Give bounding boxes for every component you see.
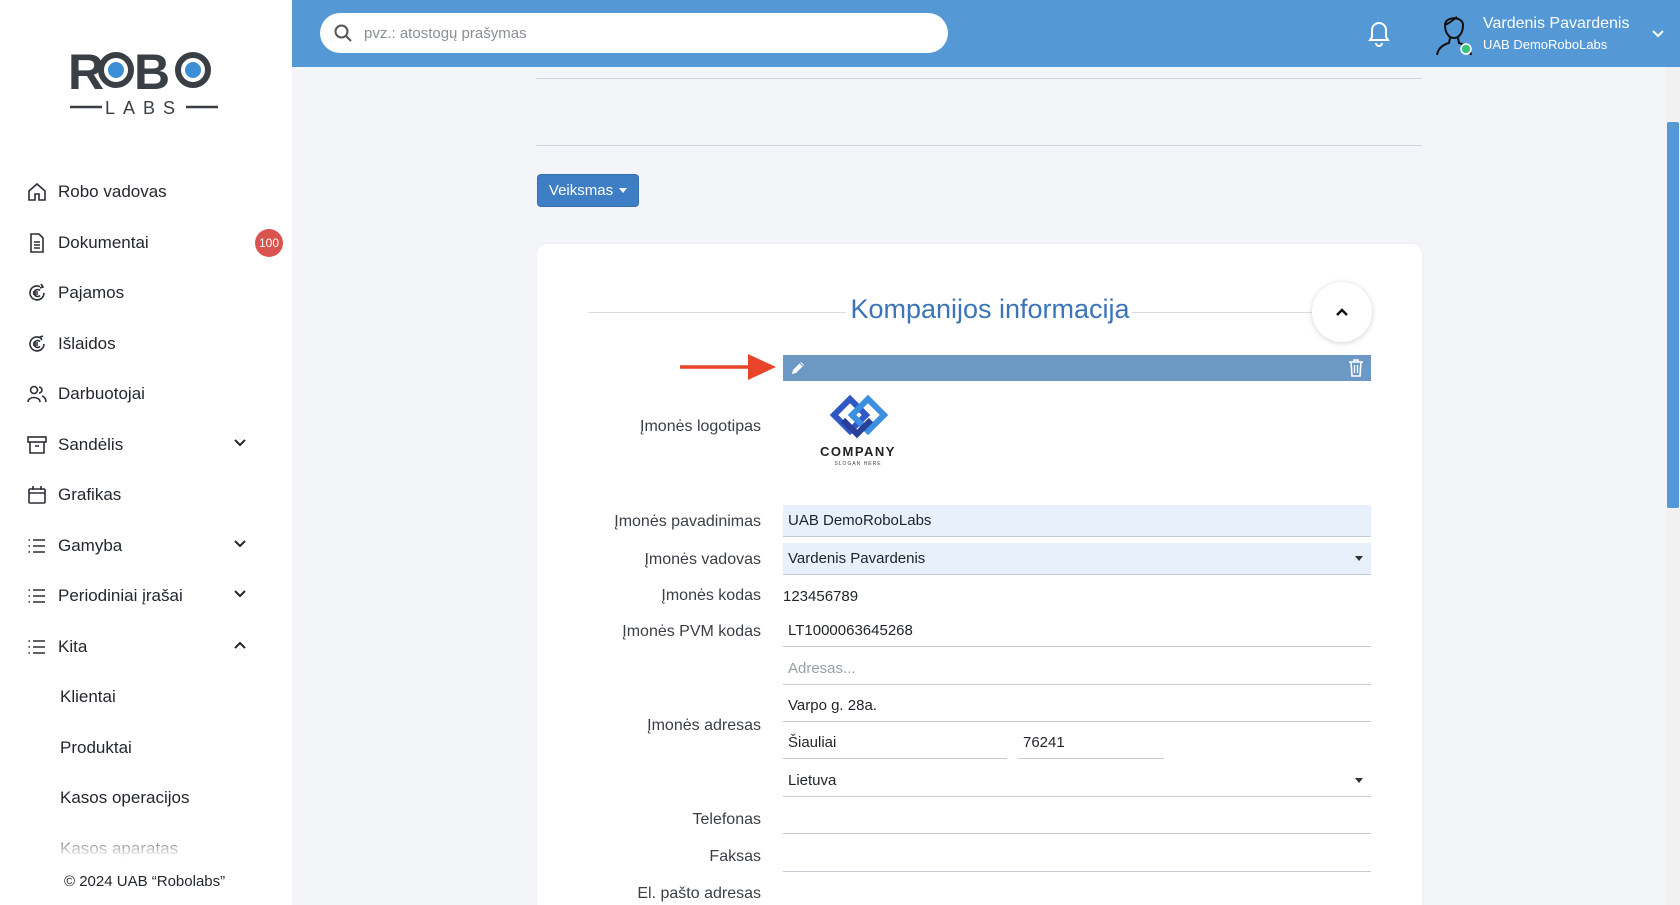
euro-income-icon <box>26 282 48 304</box>
scrollbar-thumb[interactable] <box>1667 122 1679 508</box>
robolabs-logo[interactable]: R B LABS <box>68 44 220 120</box>
list-icon <box>26 585 48 607</box>
search-input[interactable] <box>364 24 924 42</box>
sidebar-nav: Robo vadovas Dokumentai 100 Pajamos Išla… <box>26 167 286 874</box>
user-company: UAB DemoRoboLabs <box>1483 37 1608 52</box>
chevron-up-icon[interactable] <box>232 637 252 657</box>
sidebar-item-label: Išlaidos <box>58 333 116 353</box>
company-logo-image: COMPANY SLOGAN HERE <box>820 394 896 467</box>
chevron-up-icon <box>1336 308 1348 316</box>
company-vat-label: Įmonės PVM kodas <box>622 623 761 640</box>
street-field[interactable]: Varpo g. 28a. <box>783 690 1371 722</box>
sidebar-item-label: Dokumentai <box>58 232 149 252</box>
collapse-button[interactable] <box>1312 282 1372 342</box>
sidebar-item-label: Periodiniai įrašai <box>58 586 183 606</box>
company-manager-select[interactable]: Vardenis Pavardenis <box>783 543 1371 575</box>
company-name-field[interactable]: UAB DemoRoboLabs <box>783 505 1371 537</box>
copyright: © 2024 UAB “Robolabs” <box>64 873 226 890</box>
fax-label: Faksas <box>709 848 761 865</box>
logo-toolbar <box>783 355 1371 381</box>
sidebar-item-label: Sandėlis <box>58 434 124 454</box>
country-value: Lietuva <box>788 772 837 789</box>
sidebar-item-label: Darbuotojai <box>58 384 145 404</box>
phone-field[interactable] <box>783 802 1371 834</box>
sidebar-subitem-kasos-operacijos[interactable]: Kasos operacijos <box>26 773 286 824</box>
caret-down-icon <box>1355 556 1363 561</box>
chevron-down-icon[interactable] <box>232 536 252 556</box>
sidebar-item-robo-vadovas[interactable]: Robo vadovas <box>26 167 286 218</box>
caret-down-icon <box>1355 778 1363 783</box>
country-select[interactable]: Lietuva <box>783 765 1371 797</box>
list-icon <box>26 535 48 557</box>
home-icon <box>26 181 48 203</box>
search-box[interactable] <box>320 13 948 53</box>
documents-count-badge: 100 <box>255 228 283 257</box>
svg-text:SLOGAN HERE: SLOGAN HERE <box>834 461 881 467</box>
chevron-down-icon[interactable] <box>232 435 252 455</box>
sidebar-item-pajamos[interactable]: Pajamos <box>26 268 286 319</box>
title-divider <box>588 312 846 313</box>
city-field[interactable]: Šiauliai <box>783 727 1007 759</box>
fax-field[interactable] <box>783 840 1371 872</box>
users-icon <box>26 383 48 405</box>
euro-expense-icon <box>26 333 48 355</box>
company-vat-field[interactable]: LT1000063645268 <box>783 615 1371 647</box>
sidebar-item-periodiniai-irasai[interactable]: Periodiniai įrašai <box>26 571 286 622</box>
bell-icon[interactable] <box>1365 18 1393 48</box>
trash-icon[interactable] <box>1347 358 1365 378</box>
svg-text:LABS: LABS <box>105 98 183 118</box>
sidebar-item-label: Kita <box>58 636 88 656</box>
action-dropdown-button[interactable]: Veiksmas <box>537 174 639 207</box>
search-icon <box>334 24 352 42</box>
sidebar-item-label: Grafikas <box>58 485 122 505</box>
sidebar-item-dokumentai[interactable]: Dokumentai 100 <box>26 218 286 269</box>
sidebar: R B LABS Robo vadovas Dokumentai 100 Paj… <box>0 0 292 905</box>
sidebar-subitem-klientai[interactable]: Klientai <box>26 672 286 723</box>
sidebar-item-darbuotojai[interactable]: Darbuotojai <box>26 369 286 420</box>
list-icon <box>26 636 48 658</box>
company-address-label: Įmonės adresas <box>647 717 761 734</box>
sidebar-item-label: Pajamos <box>58 283 125 303</box>
manager-value: Vardenis Pavardenis <box>788 550 926 567</box>
zip-field[interactable]: 76241 <box>1018 727 1164 759</box>
address-search-field[interactable]: Adresas... <box>783 653 1371 685</box>
card-title: Kompanijos informacija <box>850 294 1130 324</box>
divider <box>536 78 1422 79</box>
document-icon <box>26 232 48 254</box>
sidebar-item-label: Robo vadovas <box>58 182 167 202</box>
sidebar-fade <box>0 828 292 858</box>
sidebar-item-gamyba[interactable]: Gamyba <box>26 521 286 572</box>
sidebar-item-kita[interactable]: Kita <box>26 622 286 673</box>
calendar-icon <box>26 484 48 506</box>
divider <box>536 145 1422 146</box>
company-code-label: Įmonės kodas <box>661 587 761 604</box>
sidebar-subitem-produktai[interactable]: Produktai <box>26 723 286 774</box>
action-button-label: Veiksmas <box>548 182 614 199</box>
sidebar-item-label: Gamyba <box>58 535 123 555</box>
caret-down-icon <box>619 188 628 193</box>
title-divider <box>1132 312 1312 313</box>
email-label: El. pašto adresas <box>637 885 761 902</box>
sidebar-item-islaidos[interactable]: Išlaidos <box>26 319 286 370</box>
sidebar-item-grafikas[interactable]: Grafikas <box>26 470 286 521</box>
company-name-label: Įmonės pavadinimas <box>614 513 761 530</box>
sidebar-item-sandelis[interactable]: Sandėlis <box>26 420 286 471</box>
logo-label: Įmonės logotipas <box>640 418 761 435</box>
company-code-value: 123456789 <box>783 588 859 605</box>
svg-text:COMPANY: COMPANY <box>820 444 896 459</box>
user-name[interactable]: Vardenis Pavardenis <box>1483 15 1629 33</box>
phone-label: Telefonas <box>692 811 762 828</box>
annotation-arrow-icon <box>680 354 776 380</box>
archive-icon <box>26 434 48 456</box>
avatar[interactable] <box>1430 9 1478 57</box>
chevron-down-icon[interactable] <box>232 586 252 606</box>
company-manager-label: Įmonės vadovas <box>644 551 761 568</box>
svg-text:B: B <box>134 44 170 100</box>
pencil-icon[interactable] <box>789 359 807 377</box>
chevron-down-icon[interactable] <box>1650 26 1668 44</box>
top-bar: Vardenis Pavardenis UAB DemoRoboLabs <box>292 0 1680 67</box>
